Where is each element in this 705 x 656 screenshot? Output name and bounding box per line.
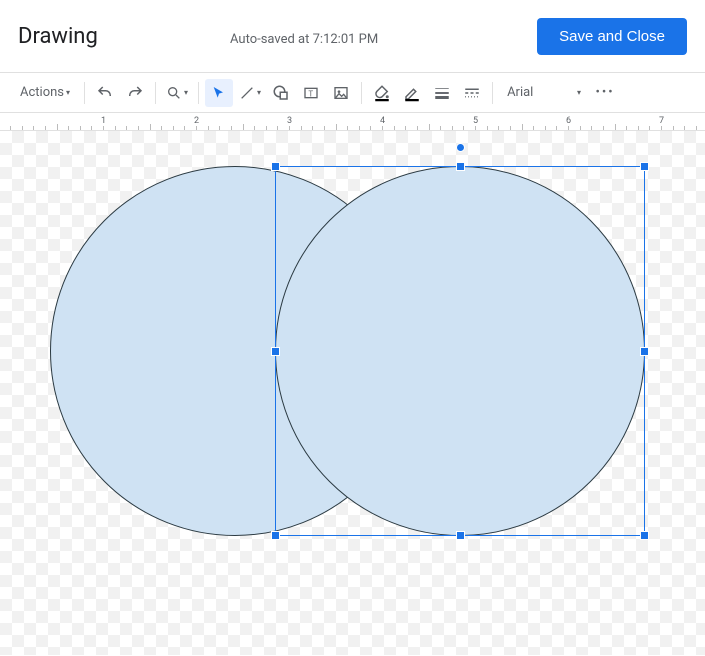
ruler-label: 2 (194, 116, 199, 126)
resize-handle-ne[interactable] (640, 162, 649, 171)
dialog-header: Drawing Auto-saved at 7:12:01 PM Save an… (0, 0, 705, 72)
border-dash-button[interactable] (458, 79, 486, 107)
toolbar: Actions ▾ ▾ ▾ T (0, 73, 705, 113)
caret-down-icon: ▾ (577, 88, 581, 97)
ruler-label: 7 (659, 116, 664, 126)
toolbar-separator (492, 82, 493, 104)
ruler-label: 4 (380, 116, 385, 126)
font-name-label: Arial (507, 85, 533, 100)
border-dash-icon (463, 84, 481, 102)
border-weight-button[interactable] (428, 79, 456, 107)
textbox-icon: T (303, 85, 319, 101)
cursor-icon (211, 85, 227, 101)
line-tool-button[interactable]: ▾ (235, 79, 265, 107)
save-and-close-button[interactable]: Save and Close (537, 18, 687, 55)
redo-button[interactable] (121, 79, 149, 107)
more-options-button[interactable]: ••• (591, 79, 619, 107)
border-color-button[interactable] (398, 79, 426, 107)
border-color-icon (403, 84, 421, 102)
font-family-select[interactable]: Arial ▾ (499, 79, 589, 107)
circle-shape-2[interactable] (275, 166, 645, 536)
image-icon (333, 85, 349, 101)
shape-icon (272, 84, 290, 102)
undo-button[interactable] (91, 79, 119, 107)
select-tool-button[interactable] (205, 79, 233, 107)
ruler-label: 6 (566, 116, 571, 126)
caret-down-icon: ▾ (257, 88, 261, 97)
horizontal-ruler: // ruler drawn after data load below 123… (0, 113, 705, 131)
svg-text:T: T (308, 89, 313, 98)
dialog-title: Drawing (18, 24, 98, 49)
fill-color-icon (373, 84, 391, 102)
actions-label: Actions (20, 85, 64, 100)
line-icon (239, 85, 255, 101)
autosave-status: Auto-saved at 7:12:01 PM (230, 32, 378, 47)
fill-color-button[interactable] (368, 79, 396, 107)
drawing-canvas[interactable] (0, 131, 705, 655)
image-tool-button[interactable] (327, 79, 355, 107)
undo-icon (96, 84, 114, 102)
actions-menu-button[interactable]: Actions ▾ (12, 79, 78, 107)
border-weight-icon (433, 84, 451, 102)
toolbar-separator (361, 82, 362, 104)
textbox-tool-button[interactable]: T (297, 79, 325, 107)
toolbar-separator (198, 82, 199, 104)
ruler-label: 1 (101, 116, 106, 126)
resize-handle-sw[interactable] (271, 531, 280, 540)
caret-down-icon: ▾ (184, 88, 188, 97)
toolbar-separator (84, 82, 85, 104)
zoom-icon (166, 85, 182, 101)
ruler-label: 3 (287, 116, 292, 126)
shape-tool-button[interactable] (267, 79, 295, 107)
toolbar-separator (155, 82, 156, 104)
redo-icon (126, 84, 144, 102)
more-horizontal-icon: ••• (595, 85, 614, 100)
rotate-handle[interactable] (456, 143, 465, 152)
ruler-label: 5 (473, 116, 478, 126)
caret-down-icon: ▾ (66, 88, 70, 97)
resize-handle-se[interactable] (640, 531, 649, 540)
zoom-button[interactable]: ▾ (162, 79, 192, 107)
